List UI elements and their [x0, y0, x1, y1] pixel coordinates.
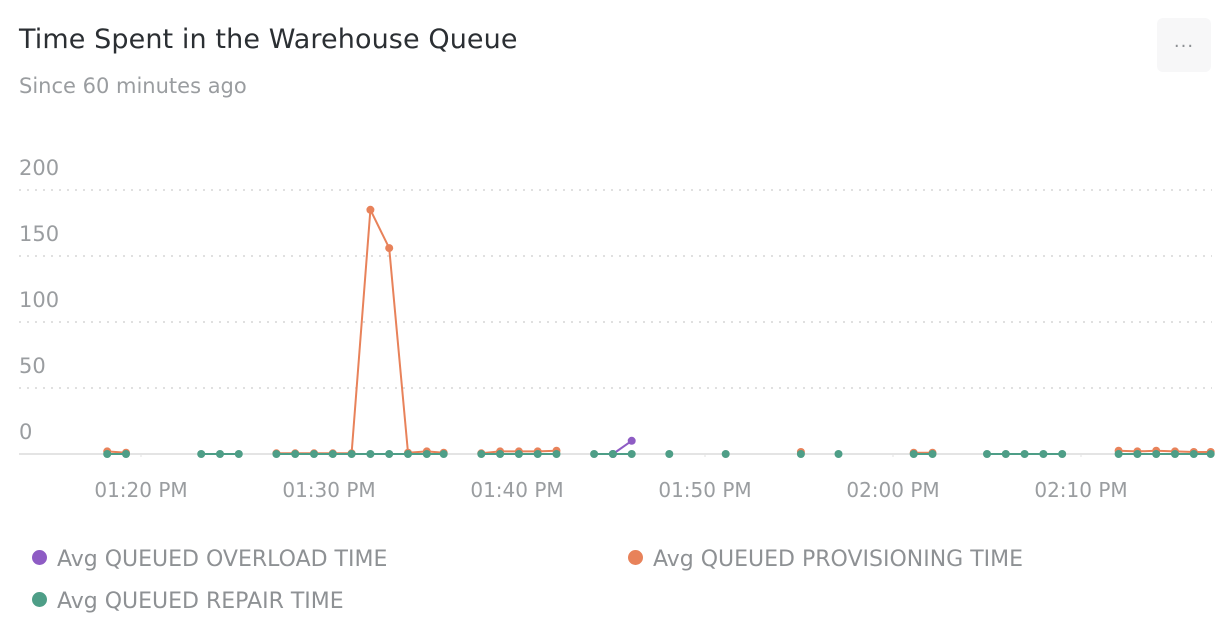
data-point — [404, 450, 412, 458]
data-point — [291, 450, 300, 458]
data-point — [1001, 450, 1010, 458]
series-layer — [103, 205, 1215, 458]
y-tick-label: 0 — [19, 420, 32, 444]
data-point — [608, 450, 617, 458]
data-point — [477, 450, 486, 458]
data-point — [928, 450, 937, 458]
legend-label-overload: Avg QUEUED OVERLOAD TIME — [57, 547, 388, 572]
data-point — [422, 450, 431, 458]
data-point — [366, 450, 375, 458]
line-chart: 050100150200 01:20 PM 01:30 PM 01:40 PM 01:… — [19, 156, 1215, 502]
data-point — [328, 450, 337, 458]
data-point — [1206, 450, 1215, 458]
data-point — [1058, 450, 1067, 458]
data-point — [1152, 450, 1161, 458]
y-tick-label: 150 — [19, 222, 59, 246]
data-point — [1039, 450, 1048, 458]
data-point — [1133, 450, 1142, 458]
legend-item-repair[interactable]: Avg QUEUED REPAIR TIME — [32, 589, 344, 614]
data-point — [1114, 450, 1123, 458]
legend-label-provisioning: Avg QUEUED PROVISIONING TIME — [653, 547, 1024, 572]
x-tick-label: 02:10 PM — [1034, 478, 1127, 502]
data-point — [590, 450, 599, 458]
y-tick-label: 100 — [19, 288, 59, 312]
legend-swatch-provisioning — [628, 550, 643, 565]
data-point — [909, 450, 918, 458]
data-point — [439, 450, 448, 458]
legend-label-repair: Avg QUEUED REPAIR TIME — [57, 589, 344, 614]
legend-swatch-repair — [32, 592, 47, 607]
data-point — [533, 450, 542, 458]
data-point — [366, 205, 375, 214]
data-point — [627, 436, 636, 445]
legend-item-provisioning[interactable]: Avg QUEUED PROVISIONING TIME — [628, 547, 1023, 572]
data-point — [721, 450, 730, 458]
data-point — [216, 450, 224, 458]
data-point — [272, 450, 281, 458]
data-point — [665, 450, 674, 458]
series-line — [276, 208, 444, 455]
data-point — [385, 244, 394, 253]
data-point — [496, 450, 505, 458]
data-point — [234, 450, 243, 458]
data-point — [197, 450, 206, 458]
x-tick-label: 01:30 PM — [282, 478, 375, 502]
data-point — [627, 450, 636, 458]
data-point — [834, 450, 843, 458]
data-point — [514, 450, 523, 458]
x-tick-label: 01:40 PM — [470, 478, 563, 502]
data-point — [1020, 450, 1029, 458]
y-tick-label: 200 — [19, 156, 59, 180]
data-point — [796, 450, 805, 458]
series-avg-queued-provisioning-time — [103, 205, 1215, 458]
data-point — [347, 450, 356, 458]
x-tick-label: 02:00 PM — [846, 478, 939, 502]
legend-swatch-overload — [32, 550, 47, 565]
data-point — [385, 450, 394, 458]
x-axis: 01:20 PM 01:30 PM 01:40 PM 01:50 PM 02:00 PM… — [94, 455, 1128, 502]
data-point — [310, 450, 318, 458]
data-point — [122, 450, 130, 458]
x-tick-label: 01:20 PM — [94, 478, 187, 502]
gridlines — [19, 189, 1212, 455]
data-point — [1171, 450, 1179, 458]
data-point — [103, 450, 112, 458]
legend-item-overload[interactable]: Avg QUEUED OVERLOAD TIME — [32, 547, 387, 572]
data-point — [552, 450, 561, 458]
data-point — [983, 450, 991, 458]
y-tick-label: 50 — [19, 354, 46, 378]
x-tick-label: 01:50 PM — [658, 478, 751, 502]
data-point — [1189, 450, 1198, 458]
y-axis: 0 50 100 150 200 — [19, 156, 59, 444]
